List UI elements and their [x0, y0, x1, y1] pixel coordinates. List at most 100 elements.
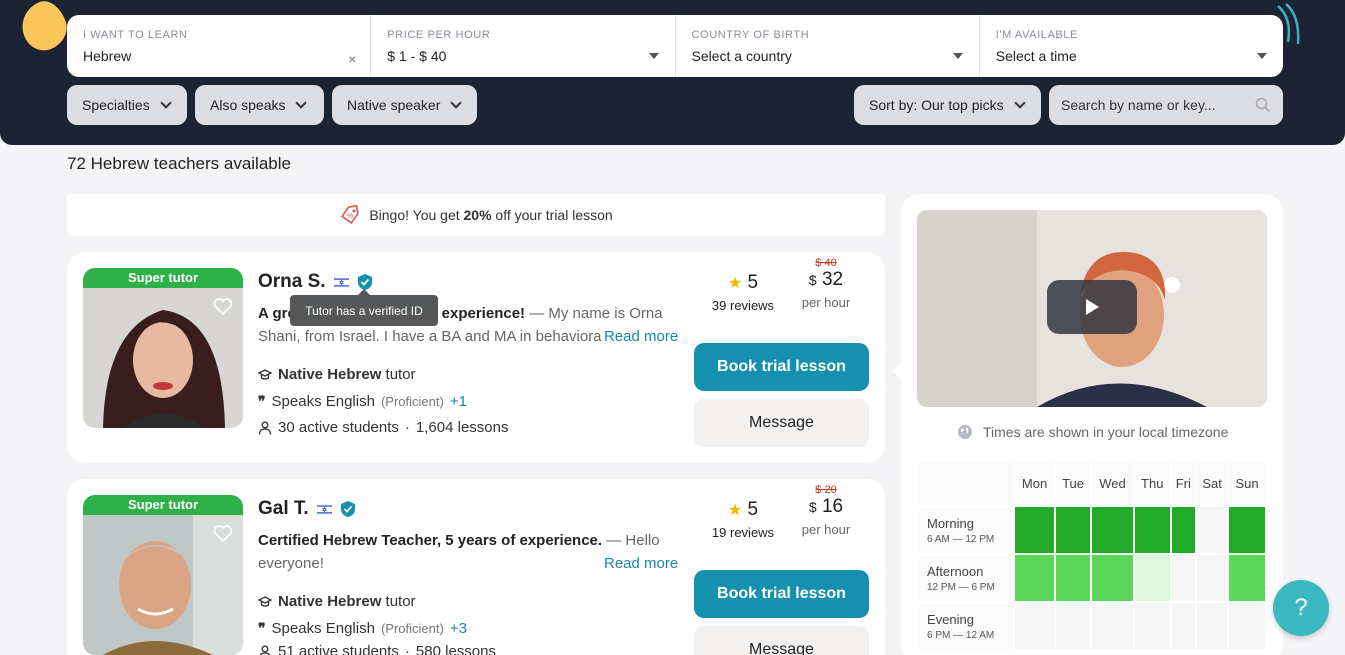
tutor-card[interactable]: Super tutor Gal T. Certified Hebrew Teac…: [67, 479, 885, 655]
play-button[interactable]: [1047, 280, 1137, 334]
globe-icon: [958, 425, 972, 439]
play-icon: [1086, 299, 1099, 315]
day-header: Mon: [1015, 462, 1055, 505]
availability-cell: [1134, 507, 1170, 553]
sort-dropdown[interactable]: Sort by: Our top picks: [854, 85, 1041, 125]
star-icon: ★: [727, 275, 743, 292]
favorite-heart-icon[interactable]: [213, 525, 233, 543]
time-slot-label: Evening 6 PM — 12 AM: [919, 603, 1013, 649]
day-header: Fri: [1171, 462, 1195, 505]
message-button[interactable]: Message: [694, 626, 869, 655]
more-languages-link[interactable]: +3: [450, 620, 467, 637]
help-button[interactable]: ?: [1273, 580, 1329, 636]
clear-icon[interactable]: ×: [348, 51, 356, 67]
graduation-cap-icon: [258, 595, 272, 607]
speech-quote-icon: ❞: [258, 620, 266, 636]
price-filter-value[interactable]: $ 1 - $ 40: [387, 48, 658, 64]
book-trial-button[interactable]: Book trial lesson: [694, 343, 869, 391]
promo-banner: % Bingo! You get 20% off your trial less…: [67, 194, 885, 236]
caret-down-icon[interactable]: [952, 53, 963, 59]
speaks-line: ❞ Speaks English (Proficient) +1: [258, 393, 467, 410]
availability-cell: [1229, 555, 1265, 601]
intro-video[interactable]: [917, 210, 1267, 407]
svg-text:%: %: [347, 213, 353, 220]
native-speaker-label: Native speaker: [347, 97, 441, 113]
speech-quote-icon: ❞: [258, 393, 266, 409]
chevron-down-icon: [295, 97, 308, 109]
day-header: Sun: [1229, 462, 1265, 505]
availability-cell: [1171, 555, 1195, 601]
learn-filter-value[interactable]: Hebrew: [83, 48, 354, 64]
read-more-link[interactable]: Read more: [602, 552, 679, 575]
tutor-name[interactable]: Gal T.: [258, 498, 309, 520]
chevron-down-icon: [450, 97, 463, 109]
person-icon: [259, 645, 271, 655]
availability-cell: [1015, 603, 1055, 649]
tutor-preview-panel: Times are shown in your local timezone M…: [901, 194, 1283, 655]
specialties-dropdown[interactable]: Specialties: [67, 85, 187, 125]
logo[interactable]: [15, 0, 73, 57]
message-button[interactable]: Message: [694, 399, 869, 447]
tutor-name-row: Gal T.: [258, 498, 356, 520]
students-line: 51 active students · 580 lessons: [258, 643, 496, 655]
availability-cell: [1134, 555, 1170, 601]
learn-filter-label: I want to learn: [83, 29, 188, 41]
super-tutor-badge: Super tutor: [83, 268, 243, 288]
filter-bar: I want to learn Hebrew × Price per hour …: [67, 15, 1283, 77]
caret-down-icon[interactable]: [1257, 53, 1267, 59]
country-filter[interactable]: Country of birth Select a country: [676, 15, 980, 77]
search-input[interactable]: Search by name or key...: [1049, 85, 1283, 125]
sort-label: Sort by: Our top picks: [869, 97, 1004, 113]
read-more-link[interactable]: Read more: [602, 325, 679, 348]
timezone-note: Times are shown in your local timezone: [957, 424, 1228, 440]
book-trial-button[interactable]: Book trial lesson: [694, 570, 869, 618]
grid-row-evening: Evening 6 PM — 12 AM: [919, 603, 1265, 649]
price-filter[interactable]: Price per hour $ 1 - $ 40: [371, 15, 676, 77]
price-block: $ 40 $ 32 per hour: [789, 257, 863, 310]
availability-cell: [1197, 507, 1228, 553]
search-placeholder: Search by name or key...: [1061, 97, 1216, 113]
favorite-heart-icon[interactable]: [213, 298, 233, 316]
more-languages-link[interactable]: +1: [450, 393, 467, 410]
caret-down-icon[interactable]: [648, 53, 659, 59]
availability-cell: [1171, 507, 1195, 553]
time-slot-label: Afternoon 12 PM — 6 PM: [919, 555, 1013, 601]
day-header: Wed: [1091, 462, 1133, 505]
also-speaks-dropdown[interactable]: Also speaks: [195, 85, 324, 125]
person-icon: [258, 421, 272, 435]
also-speaks-label: Also speaks: [210, 97, 286, 113]
availability-cell: [1056, 603, 1090, 649]
native-language-line: Native Hebrew tutor: [258, 593, 416, 610]
time-slot-label: Morning 6 AM — 12 PM: [919, 507, 1013, 553]
rating-value: 5: [747, 499, 759, 520]
old-price: $ 40: [815, 257, 837, 269]
availability-cell: [1197, 603, 1228, 649]
speaks-line: ❞ Speaks English (Proficient) +3: [258, 620, 467, 637]
tutor-photo[interactable]: Super tutor: [83, 268, 243, 428]
availability-filter[interactable]: I'm available Select a time: [980, 15, 1283, 77]
native-speaker-dropdown[interactable]: Native speaker: [332, 85, 477, 125]
reviews-count[interactable]: 39 reviews: [712, 298, 774, 313]
search-icon[interactable]: [1255, 97, 1271, 113]
rating-value: 5: [747, 272, 759, 293]
star-icon: ★: [727, 502, 743, 519]
availability-cell: [1091, 507, 1133, 553]
tutor-photo[interactable]: Super tutor: [83, 495, 243, 655]
tutor-name[interactable]: Orna S.: [258, 271, 326, 293]
reviews-count[interactable]: 19 reviews: [712, 525, 774, 540]
search-header: I want to learn Hebrew × Price per hour …: [0, 0, 1345, 145]
israel-flag-icon: [316, 503, 332, 515]
native-language-line: Native Hebrew tutor: [258, 366, 416, 383]
learn-filter[interactable]: I want to learn Hebrew ×: [67, 15, 372, 77]
tutor-card[interactable]: Super tutor Orna S. A great tutor with 4…: [67, 252, 885, 463]
price-value: 16: [821, 496, 844, 517]
availability-filter-value[interactable]: Select a time: [996, 48, 1267, 64]
country-filter-value[interactable]: Select a country: [692, 48, 963, 64]
graduation-cap-icon: [258, 368, 272, 380]
price-block: $ 20 $ 16 per hour: [789, 484, 863, 537]
verified-shield-icon[interactable]: [340, 500, 356, 518]
old-price: $ 20: [815, 484, 837, 496]
discount-tag-icon: %: [341, 204, 360, 224]
rating-block: ★ 5 19 reviews: [703, 499, 783, 540]
availability-cell: [1091, 603, 1133, 649]
